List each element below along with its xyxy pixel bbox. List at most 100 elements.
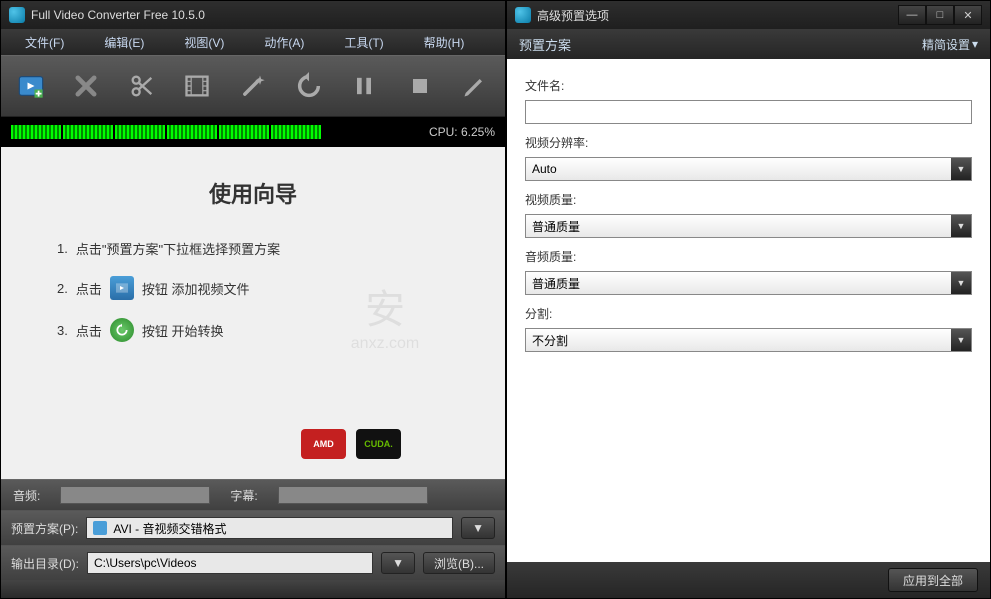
preset-value: AVI - 音视频交错格式 (113, 520, 226, 537)
menu-file[interactable]: 文件(F) (5, 30, 84, 55)
pause-button[interactable] (344, 66, 384, 106)
menu-tools[interactable]: 工具(T) (324, 30, 403, 55)
cpu-segment (271, 125, 321, 139)
wizard-step-1: 1. 点击"预置方案"下拉框选择预置方案 (57, 239, 505, 258)
app-title: Full Video Converter Free 10.5.0 (31, 8, 205, 22)
edit-icon (461, 72, 489, 100)
remove-button[interactable] (67, 66, 107, 106)
resolution-select[interactable]: Auto ▼ (525, 157, 972, 181)
add-video-button[interactable] (11, 66, 51, 106)
menu-action[interactable]: 动作(A) (244, 30, 324, 55)
chevron-down-icon: ▾ (972, 37, 978, 51)
output-dropdown-button[interactable]: ▼ (381, 552, 415, 574)
filename-label: 文件名: (525, 77, 972, 94)
stop-button[interactable] (400, 66, 440, 106)
split-label: 分割: (525, 305, 972, 322)
add-video-icon (17, 72, 45, 100)
audio-select[interactable] (60, 486, 210, 504)
video-quality-value: 普通质量 (532, 218, 580, 235)
dialog-header: 预置方案 精简设置 ▾ (507, 29, 990, 59)
amd-badge: AMD (301, 429, 346, 459)
resolution-value: Auto (532, 162, 557, 176)
gpu-badges: AMD CUDA. (301, 429, 401, 459)
menu-view[interactable]: 视图(V) (164, 30, 244, 55)
step-num: 3. (57, 323, 68, 338)
step-num: 2. (57, 281, 68, 296)
cpu-segment (11, 125, 61, 139)
main-titlebar: Full Video Converter Free 10.5.0 (1, 1, 505, 29)
magic-wand-icon (239, 72, 267, 100)
more-button[interactable] (456, 66, 496, 106)
output-path-field[interactable]: C:\Users\pc\Videos (87, 552, 373, 574)
dialog-titlebar: 高级预置选项 — □ ✕ (507, 1, 990, 29)
dialog-footer: 应用到全部 (507, 562, 990, 598)
cpu-usage-label: CPU: 6.25% (429, 125, 495, 139)
audio-quality-select[interactable]: 普通质量 ▼ (525, 271, 972, 295)
refresh-icon (295, 72, 323, 100)
output-row: 输出目录(D): C:\Users\pc\Videos ▼ 浏览(B)... (1, 545, 505, 580)
step-num: 1. (57, 241, 68, 256)
compact-settings-link[interactable]: 精简设置 ▾ (922, 36, 978, 53)
effects-button[interactable] (233, 66, 273, 106)
filename-input[interactable] (525, 100, 972, 124)
preset-row: 预置方案(P): AVI - 音视频交错格式 ▼ (1, 510, 505, 545)
menu-edit[interactable]: 编辑(E) (84, 30, 164, 55)
main-window: Full Video Converter Free 10.5.0 文件(F) 编… (0, 0, 506, 599)
audio-subtitle-strip: 音频: 字幕: (1, 479, 505, 510)
apply-all-button[interactable]: 应用到全部 (888, 568, 978, 592)
subtitle-label: 字幕: (230, 487, 257, 504)
stop-icon (406, 72, 434, 100)
output-value: C:\Users\pc\Videos (94, 556, 197, 570)
video-quality-select[interactable]: 普通质量 ▼ (525, 214, 972, 238)
clip-button[interactable] (178, 66, 218, 106)
menu-help[interactable]: 帮助(H) (404, 30, 485, 55)
app-icon (9, 7, 25, 23)
maximize-button[interactable]: □ (926, 5, 954, 25)
cuda-badge: CUDA. (356, 429, 401, 459)
split-value: 不分割 (532, 332, 568, 349)
dialog-title: 高级预置选项 (537, 7, 609, 24)
cpu-segment (167, 125, 217, 139)
dialog-icon (515, 7, 531, 23)
cpu-bar: CPU: 6.25% (1, 117, 505, 147)
step-suffix: 按钮 添加视频文件 (142, 279, 250, 298)
window-controls: — □ ✕ (898, 5, 982, 25)
dialog-header-label: 预置方案 (519, 35, 571, 54)
menubar: 文件(F) 编辑(E) 视图(V) 动作(A) 工具(T) 帮助(H) (1, 29, 505, 55)
close-x-icon (72, 72, 100, 100)
main-footer (1, 580, 505, 598)
wizard-step-3: 3. 点击 按钮 开始转换 (57, 318, 505, 342)
cut-button[interactable] (122, 66, 162, 106)
browse-button[interactable]: 浏览(B)... (423, 552, 495, 574)
cpu-segment (115, 125, 165, 139)
video-quality-label: 视频质量: (525, 191, 972, 208)
resolution-label: 视频分辨率: (525, 134, 972, 151)
wizard-steps: 1. 点击"预置方案"下拉框选择预置方案 2. 点击 按钮 添加视频文件 3. … (1, 239, 505, 342)
step-suffix: 按钮 开始转换 (142, 321, 224, 340)
preset-dropdown-button[interactable]: ▼ (461, 517, 495, 539)
advanced-preset-dialog: 高级预置选项 — □ ✕ 预置方案 精简设置 ▾ 文件名: 视频分辨率: Aut… (506, 0, 991, 599)
audio-quality-value: 普通质量 (532, 275, 580, 292)
subtitle-select[interactable] (278, 486, 428, 504)
preset-label: 预置方案(P): (11, 520, 78, 537)
wizard-title: 使用向导 (1, 177, 505, 209)
audio-label: 音频: (13, 487, 40, 504)
convert-step-icon (110, 318, 134, 342)
preset-format-icon (93, 521, 107, 535)
close-button[interactable]: ✕ (954, 5, 982, 25)
cpu-segment (63, 125, 113, 139)
chevron-down-icon: ▼ (951, 215, 971, 237)
step-prefix: 点击 (76, 279, 102, 298)
preset-select[interactable]: AVI - 音视频交错格式 (86, 517, 453, 539)
film-icon (183, 72, 211, 100)
chevron-down-icon: ▼ (951, 329, 971, 351)
chevron-down-icon: ▼ (951, 272, 971, 294)
chevron-down-icon: ▼ (951, 158, 971, 180)
content-area: 使用向导 1. 点击"预置方案"下拉框选择预置方案 2. 点击 按钮 添加视频文… (1, 147, 505, 479)
split-select[interactable]: 不分割 ▼ (525, 328, 972, 352)
scissors-icon (128, 72, 156, 100)
output-label: 输出目录(D): (11, 555, 79, 572)
minimize-button[interactable]: — (898, 5, 926, 25)
convert-button[interactable] (289, 66, 329, 106)
dialog-body: 文件名: 视频分辨率: Auto ▼ 视频质量: 普通质量 ▼ 音频质量: 普通… (507, 59, 990, 562)
